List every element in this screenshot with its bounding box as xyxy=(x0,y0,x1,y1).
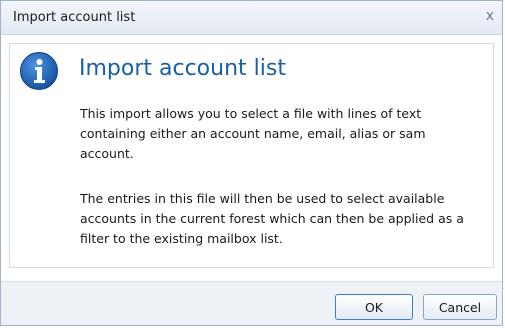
dialog-titlebar: Import account list x xyxy=(1,1,502,35)
import-account-list-dialog: Import account list x Import account lis… xyxy=(0,0,503,326)
cancel-button[interactable]: Cancel xyxy=(423,294,497,320)
ok-button[interactable]: OK xyxy=(335,294,413,320)
description-paragraph-1: This import allows you to select a file … xyxy=(80,106,426,161)
dialog-footer: OK Cancel xyxy=(1,281,502,325)
close-icon[interactable]: x xyxy=(486,8,494,24)
description-paragraph-2: The entries in this file will then be us… xyxy=(80,191,464,246)
dialog-title: Import account list xyxy=(13,10,136,25)
info-icon xyxy=(20,52,58,90)
dialog-heading: Import account list xyxy=(79,56,286,81)
